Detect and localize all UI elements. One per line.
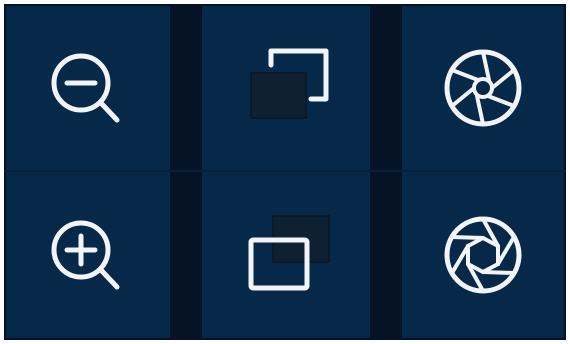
aperture-open-icon bbox=[444, 49, 522, 127]
aperture-close-icon bbox=[444, 216, 522, 294]
send-to-back-icon bbox=[250, 48, 329, 119]
zoom-out-button[interactable] bbox=[6, 6, 170, 170]
iris-close-button[interactable] bbox=[402, 172, 564, 338]
bring-to-front-button[interactable] bbox=[202, 172, 370, 338]
iris-open-button[interactable] bbox=[402, 6, 564, 170]
zoom-out-icon bbox=[51, 53, 120, 123]
zoom-in-icon bbox=[51, 220, 120, 290]
zoom-in-button[interactable] bbox=[6, 172, 170, 338]
bring-to-front-icon bbox=[248, 215, 330, 291]
control-panel bbox=[4, 4, 566, 340]
send-to-back-button[interactable] bbox=[202, 6, 370, 170]
